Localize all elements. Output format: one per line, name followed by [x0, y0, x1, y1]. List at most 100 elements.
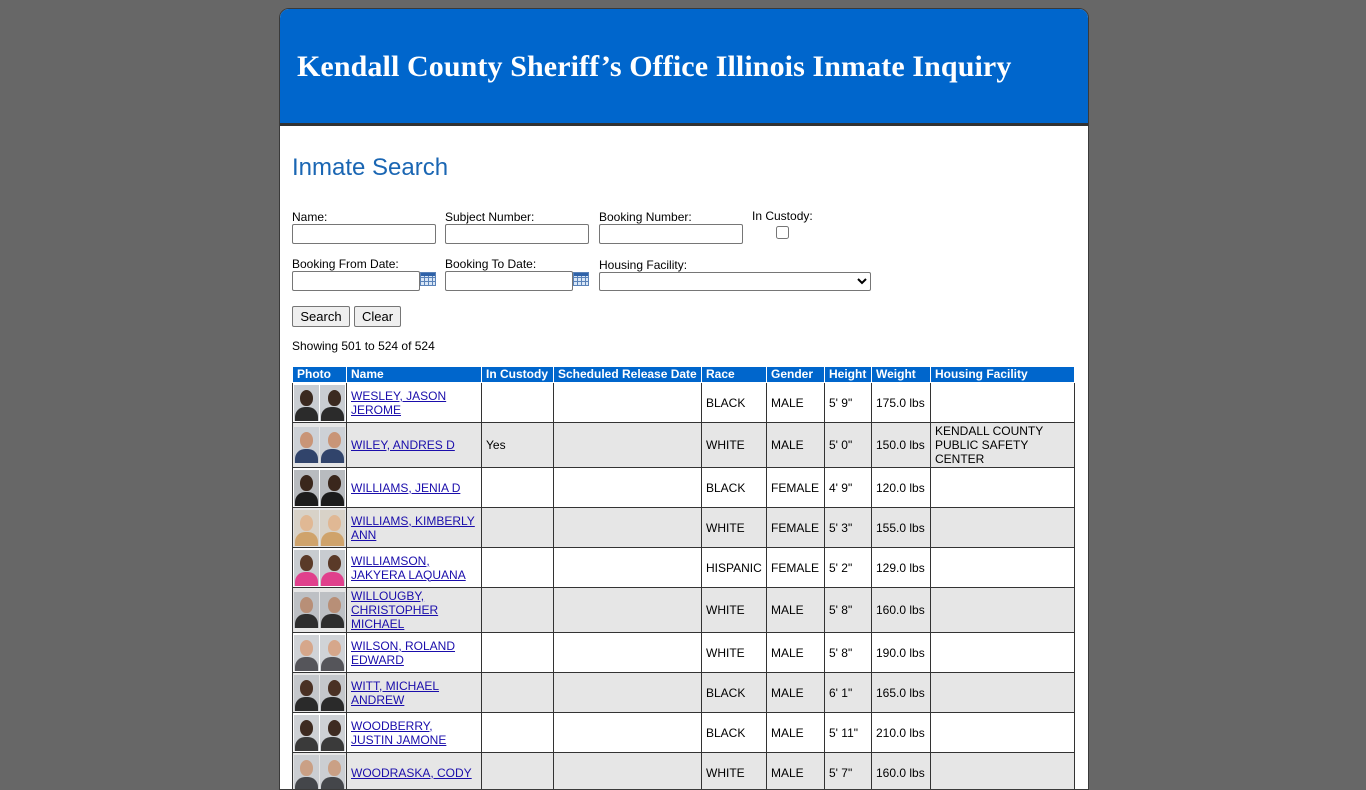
in-custody-cell: [482, 588, 554, 633]
release-date-cell: [554, 468, 702, 508]
release-date-cell: [554, 383, 702, 423]
in-custody-cell: Yes: [482, 423, 554, 468]
housing-facility-cell: [931, 753, 1075, 790]
weight-cell: 155.0 lbs: [872, 508, 931, 548]
column-header-housing-facility: Housing Facility: [931, 367, 1075, 383]
housing-facility-label: Housing Facility:: [599, 258, 871, 272]
table-row: WITT, MICHAEL ANDREWBLACKMALE6' 1"165.0 …: [293, 673, 1075, 713]
inmate-name-link[interactable]: WITT, MICHAEL ANDREW: [351, 679, 439, 707]
in-custody-cell: [482, 548, 554, 588]
mugshot-side-image[interactable]: [320, 755, 345, 790]
inmate-name-link[interactable]: WILLIAMS, JENIA D: [351, 481, 460, 495]
mugshot-side-image[interactable]: [320, 550, 345, 586]
search-button[interactable]: Search: [292, 306, 350, 327]
table-row: WILLIAMS, KIMBERLY ANNWHITEFEMALE5' 3"15…: [293, 508, 1075, 548]
table-row: WILLOUGBY, CHRISTOPHER MICHAELWHITEMALE5…: [293, 588, 1075, 633]
booking-from-label: Booking From Date:: [292, 257, 420, 271]
race-cell: HISPANIC: [702, 548, 767, 588]
table-row: WESLEY, JASON JEROMEBLACKMALE5' 9"175.0 …: [293, 383, 1075, 423]
inmate-name-cell: WILEY, ANDRES D: [347, 423, 482, 468]
height-cell: 5' 0": [825, 423, 872, 468]
name-input[interactable]: [292, 224, 436, 244]
mugshot-front-image[interactable]: [294, 470, 319, 506]
housing-facility-cell: [931, 673, 1075, 713]
mugshot-front-image[interactable]: [294, 550, 319, 586]
release-date-cell: [554, 713, 702, 753]
gender-cell: MALE: [767, 423, 825, 468]
in-custody-label: In Custody:: [752, 209, 813, 223]
release-date-cell: [554, 673, 702, 713]
mugshot-front-image[interactable]: [294, 755, 319, 790]
inmate-name-cell: WILLIAMS, KIMBERLY ANN: [347, 508, 482, 548]
subject-number-field-group: Subject Number:: [445, 210, 589, 244]
booking-number-field-group: Booking Number:: [599, 210, 743, 244]
inmate-name-link[interactable]: WILEY, ANDRES D: [351, 438, 455, 452]
clear-button[interactable]: Clear: [354, 306, 401, 327]
housing-facility-select[interactable]: [599, 272, 871, 291]
inmate-name-link[interactable]: WILLIAMS, KIMBERLY ANN: [351, 514, 475, 542]
race-cell: BLACK: [702, 673, 767, 713]
inmate-name-cell: WILLIAMS, JENIA D: [347, 468, 482, 508]
gender-cell: MALE: [767, 633, 825, 673]
booking-from-field-group: Booking From Date:: [292, 257, 420, 291]
column-header-gender: Gender: [767, 367, 825, 383]
calendar-icon[interactable]: [573, 272, 589, 286]
housing-facility-cell: [931, 548, 1075, 588]
booking-from-input[interactable]: [292, 271, 420, 291]
table-header-row: Photo Name In Custody Scheduled Release …: [293, 367, 1075, 383]
booking-to-input[interactable]: [445, 271, 573, 291]
race-cell: BLACK: [702, 468, 767, 508]
mugshot-side-image[interactable]: [320, 715, 345, 751]
table-row: WOODRASKA, CODYWHITEMALE5' 7"160.0 lbs: [293, 753, 1075, 790]
mugshot-front-image[interactable]: [294, 592, 319, 628]
column-header-release-date: Scheduled Release Date: [554, 367, 702, 383]
mugshot-front-image[interactable]: [294, 675, 319, 711]
mugshot-front-image[interactable]: [294, 385, 319, 421]
mugshot-side-image[interactable]: [320, 592, 345, 628]
race-cell: WHITE: [702, 508, 767, 548]
gender-cell: MALE: [767, 673, 825, 713]
subject-number-input[interactable]: [445, 224, 589, 244]
housing-facility-cell: [931, 508, 1075, 548]
inmate-name-link[interactable]: WILLIAMSON, JAKYERA LAQUANA: [351, 554, 466, 582]
mugshot-side-image[interactable]: [320, 635, 345, 671]
height-cell: 4' 9": [825, 468, 872, 508]
booking-to-label: Booking To Date:: [445, 257, 573, 271]
inmate-name-cell: WITT, MICHAEL ANDREW: [347, 673, 482, 713]
inmate-name-link[interactable]: WOODBERRY, JUSTIN JAMONE: [351, 719, 446, 747]
inmate-photo-cell: [293, 468, 347, 508]
inmate-name-cell: WESLEY, JASON JEROME: [347, 383, 482, 423]
booking-number-input[interactable]: [599, 224, 743, 244]
inmate-photo-cell: [293, 753, 347, 790]
results-count: Showing 501 to 524 of 524: [292, 339, 435, 353]
in-custody-checkbox[interactable]: [776, 226, 789, 239]
inmate-name-link[interactable]: WILLOUGBY, CHRISTOPHER MICHAEL: [351, 589, 438, 631]
inmate-photo-cell: [293, 633, 347, 673]
mugshot-side-image[interactable]: [320, 675, 345, 711]
inmate-name-link[interactable]: WILSON, ROLAND EDWARD: [351, 639, 455, 667]
inmate-photo-cell: [293, 588, 347, 633]
weight-cell: 210.0 lbs: [872, 713, 931, 753]
mugshot-side-image[interactable]: [320, 470, 345, 506]
housing-facility-cell: [931, 633, 1075, 673]
mugshot-front-image[interactable]: [294, 427, 319, 463]
calendar-icon[interactable]: [420, 272, 436, 286]
inmate-photo-cell: [293, 548, 347, 588]
inmate-name-link[interactable]: WESLEY, JASON JEROME: [351, 389, 446, 417]
in-custody-cell: [482, 383, 554, 423]
in-custody-cell: [482, 753, 554, 790]
page-title: Inmate Search: [292, 154, 448, 182]
race-cell: WHITE: [702, 633, 767, 673]
gender-cell: MALE: [767, 383, 825, 423]
weight-cell: 165.0 lbs: [872, 673, 931, 713]
mugshot-front-image[interactable]: [294, 510, 319, 546]
mugshot-side-image[interactable]: [320, 510, 345, 546]
in-custody-cell: [482, 468, 554, 508]
mugshot-front-image[interactable]: [294, 715, 319, 751]
gender-cell: FEMALE: [767, 548, 825, 588]
mugshot-front-image[interactable]: [294, 635, 319, 671]
mugshot-side-image[interactable]: [320, 427, 345, 463]
mugshot-side-image[interactable]: [320, 385, 345, 421]
gender-cell: FEMALE: [767, 508, 825, 548]
column-header-race: Race: [702, 367, 767, 383]
